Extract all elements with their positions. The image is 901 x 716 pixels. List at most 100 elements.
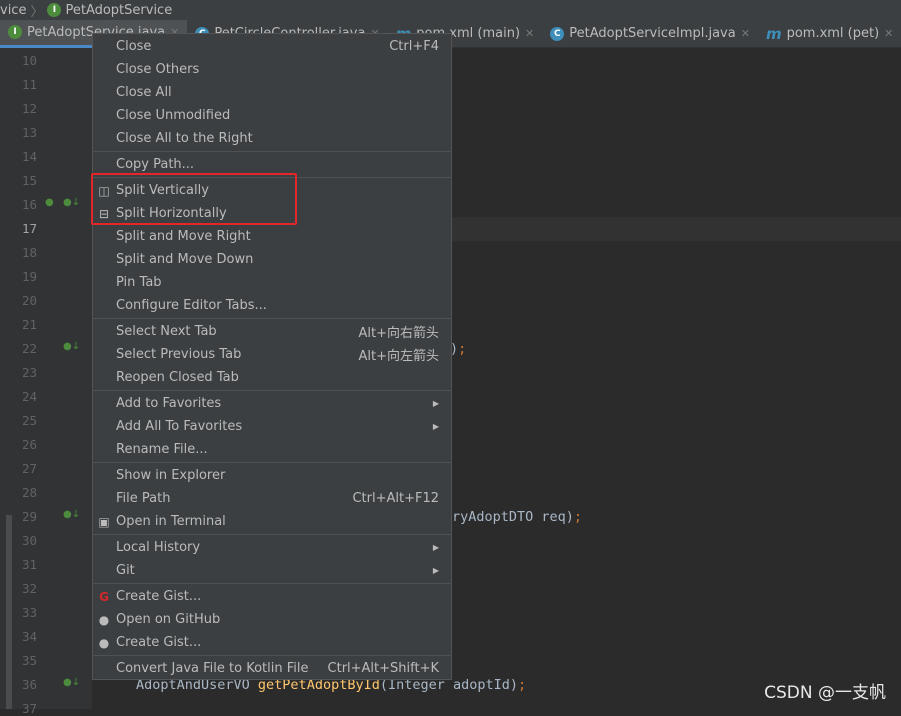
shortcut: Alt+向右箭头 <box>358 326 440 341</box>
menu-item-add-all-to-favorites[interactable]: Add All To Favorites ▶ <box>93 415 451 438</box>
line-number: 35 <box>22 653 38 668</box>
gutter <box>0 48 92 709</box>
line-number: 18 <box>22 245 38 260</box>
submenu-arrow-icon: ▶ <box>432 543 439 552</box>
menu-item-label: Close Others <box>116 62 200 77</box>
line-number: 27 <box>22 461 38 476</box>
gitee-icon: G <box>99 590 109 604</box>
menu-item-label: File Path <box>116 491 171 506</box>
menu-item-label: Create Gist... <box>116 589 202 604</box>
implemented-icon[interactable]: ●↓ <box>63 197 80 208</box>
line-number: 21 <box>22 317 38 332</box>
menu-item-label: Show in Explorer <box>116 468 226 483</box>
implemented-icon[interactable]: ●↓ <box>63 677 80 688</box>
menu-separator <box>93 462 451 463</box>
menu-item-label: Local History <box>116 540 201 555</box>
menu-item-pin-tab[interactable]: Pin Tab <box>93 271 451 294</box>
scrollbar[interactable] <box>6 515 12 709</box>
menu-item-open-in-terminal[interactable]: ▣ Open in Terminal <box>93 510 451 533</box>
menu-item-label: Select Next Tab <box>116 324 217 339</box>
menu-item-label: Create Gist... <box>116 635 202 650</box>
line-number: 22 <box>22 341 38 356</box>
menu-item-label: Open in Terminal <box>116 514 226 529</box>
menu-item-show-in-explorer[interactable]: Show in Explorer <box>93 464 451 487</box>
menu-item-label: Close All to the Right <box>116 131 253 146</box>
breadcrumb-parent[interactable]: vice <box>0 3 26 18</box>
menu-item-label: Git <box>116 563 135 578</box>
tab-label: PetAdoptServiceImpl.java <box>569 26 736 41</box>
line-number: 29 <box>22 509 38 524</box>
github-icon: ● <box>98 636 110 650</box>
line-number: 13 <box>22 125 38 140</box>
line-number: 17 <box>22 221 38 236</box>
github-icon: ● <box>98 613 110 627</box>
menu-item-convert-java-file-to-kotlin-file[interactable]: Convert Java File to Kotlin File Ctrl+Alt… <box>93 657 451 680</box>
code-line-22: ); <box>450 341 467 357</box>
menu-item-label: Open on GitHub <box>116 612 221 627</box>
menu-item-split-and-move-down[interactable]: Split and Move Down <box>93 248 451 271</box>
menu-item-close-all[interactable]: Close All <box>93 81 451 104</box>
implemented-icon[interactable]: ●↓ <box>63 341 80 352</box>
menu-item-close-all-to-the-right[interactable]: Close All to the Right <box>93 127 451 150</box>
menu-item-open-on-github[interactable]: ● Open on GitHub <box>93 608 451 631</box>
interface-icon: I <box>47 3 62 17</box>
line-number: 12 <box>22 101 38 116</box>
line-number: 24 <box>22 389 38 404</box>
tab-4[interactable]: m pom.xml (pet) ✕ <box>758 20 901 48</box>
menu-item-label: Add to Favorites <box>116 396 222 411</box>
spring-bean-icon[interactable]: ● <box>45 197 54 208</box>
menu-item-close[interactable]: Close Ctrl+F4 <box>93 35 451 58</box>
line-number: 20 <box>22 293 38 308</box>
menu-separator <box>93 390 451 391</box>
line-number: 14 <box>22 149 38 164</box>
close-icon[interactable]: ✕ <box>525 27 534 40</box>
shortcut: Ctrl+Alt+F12 <box>352 491 439 506</box>
menu-item-label: Convert Java File to Kotlin File <box>116 661 309 676</box>
menu-item-select-next-tab[interactable]: Select Next Tab Alt+向右箭头 <box>93 320 451 343</box>
close-icon[interactable]: ✕ <box>884 27 893 40</box>
line-number: 32 <box>22 581 38 596</box>
menu-item-create-gist[interactable]: ● Create Gist... <box>93 631 451 654</box>
menu-separator <box>93 534 451 535</box>
menu-item-label: Close <box>116 39 152 54</box>
menu-item-add-to-favorites[interactable]: Add to Favorites ▶ <box>93 392 451 415</box>
menu-item-label: Add All To Favorites <box>116 419 243 434</box>
menu-item-label: Pin Tab <box>116 275 162 290</box>
menu-item-label: Split and Move Right <box>116 229 251 244</box>
menu-item-file-path[interactable]: File Path Ctrl+Alt+F12 <box>93 487 451 510</box>
menu-item-rename-file[interactable]: Rename File... <box>93 438 451 461</box>
menu-item-reopen-closed-tab[interactable]: Reopen Closed Tab <box>93 366 451 389</box>
menu-item-split-and-move-right[interactable]: Split and Move Right <box>93 225 451 248</box>
code-line-29: ryAdoptDTO req); <box>452 509 583 525</box>
line-number: 34 <box>22 629 38 644</box>
line-number: 11 <box>22 77 38 92</box>
tab-3[interactable]: C PetAdoptServiceImpl.java ✕ <box>542 20 758 48</box>
menu-item-label: Close All <box>116 85 172 100</box>
menu-item-configure-editor-tabs[interactable]: Configure Editor Tabs... <box>93 294 451 317</box>
line-number: 36 <box>22 677 38 692</box>
close-icon[interactable]: ✕ <box>741 27 750 40</box>
menu-separator <box>93 151 451 152</box>
menu-item-label: Rename File... <box>116 442 208 457</box>
menu-item-select-previous-tab[interactable]: Select Previous Tab Alt+向左箭头 <box>93 343 451 366</box>
line-number: 16 <box>22 197 38 212</box>
menu-separator <box>93 318 451 319</box>
breadcrumb-current[interactable]: PetAdoptService <box>65 3 172 18</box>
menu-item-label: Reopen Closed Tab <box>116 370 239 385</box>
line-number: 25 <box>22 413 38 428</box>
menu-item-create-gist[interactable]: G Create Gist... <box>93 585 451 608</box>
menu-item-local-history[interactable]: Local History ▶ <box>93 536 451 559</box>
menu-item-close-unmodified[interactable]: Close Unmodified <box>93 104 451 127</box>
shortcut: Ctrl+F4 <box>389 39 439 54</box>
submenu-arrow-icon: ▶ <box>432 566 439 575</box>
menu-item-close-others[interactable]: Close Others <box>93 58 451 81</box>
line-number: 28 <box>22 485 38 500</box>
line-number: 15 <box>22 173 38 188</box>
line-number: 31 <box>22 557 38 572</box>
menu-item-git[interactable]: Git ▶ <box>93 559 451 582</box>
watermark: CSDN @一支帆 <box>764 683 886 703</box>
line-number: 10 <box>22 53 38 68</box>
line-number: 26 <box>22 437 38 452</box>
shortcut: Alt+向左箭头 <box>358 349 440 364</box>
implemented-icon[interactable]: ●↓ <box>63 509 80 520</box>
